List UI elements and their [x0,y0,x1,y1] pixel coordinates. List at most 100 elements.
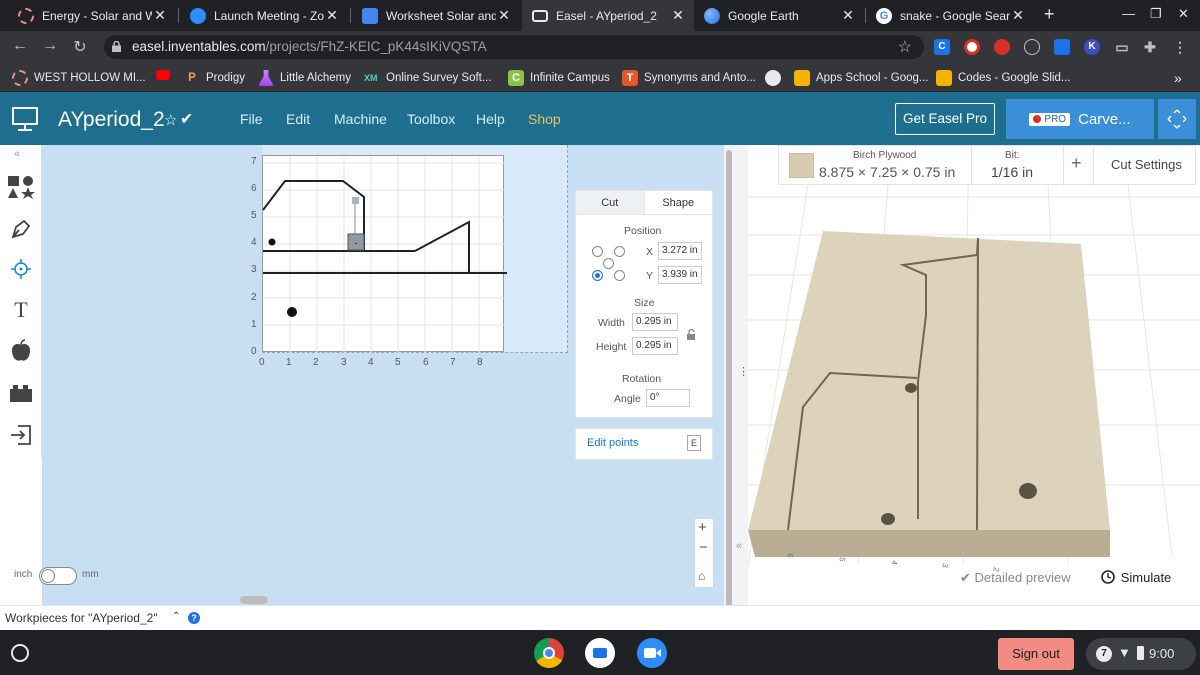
carve-preview[interactable]: 6 5 4 3 2 [748,145,1200,605]
launcher-icon[interactable] [11,644,29,662]
restore-icon[interactable]: ❐ [1150,6,1162,22]
extensions-puzzle-icon[interactable]: ✚ [1142,39,1158,55]
extension-k-icon[interactable]: K [1084,39,1100,55]
sign-out-button[interactable]: Sign out [998,638,1074,670]
anchor-top-left[interactable] [592,246,603,257]
machine-jog-button[interactable] [1158,99,1196,139]
menu-edit[interactable]: Edit [286,111,310,127]
simulate-button[interactable]: Simulate [1086,557,1186,597]
bookmark-west-hollow[interactable]: WEST HOLLOW MI... [12,70,146,86]
cut-settings-button[interactable]: Cut Settings [1111,157,1182,172]
close-icon[interactable]: ✕ [496,7,512,24]
menu-file[interactable]: File [240,111,263,127]
material-swatch[interactable] [789,153,814,178]
edit-points-box[interactable]: Edit points E [575,428,713,460]
get-easel-pro-button[interactable]: Get Easel Pro [895,103,995,135]
close-icon[interactable]: ✕ [670,7,686,24]
bookmark-infinite-campus[interactable]: C Infinite Campus [508,70,610,86]
y-position-input[interactable]: 3.939 in [658,266,702,284]
add-bit-button[interactable]: + [1071,153,1082,174]
home-icon[interactable]: ⌂ [698,569,705,583]
material-name[interactable]: Birch Plywood [853,150,916,161]
tab-snake-search[interactable]: G snake - Google Search ✕ [866,0,1034,31]
expand-left-icon[interactable]: « [736,540,742,552]
forward-icon[interactable]: → [40,37,60,55]
shapes-tool[interactable] [0,167,42,207]
anchor-top-right[interactable] [614,246,625,257]
help-icon[interactable]: ? [188,612,200,624]
menu-toolbox[interactable]: Toolbox [407,111,455,127]
parts-tool[interactable] [0,373,42,413]
tab-cut[interactable]: Cut [576,191,645,214]
width-input[interactable]: 0.295 in [632,313,678,331]
anchor-bottom-right[interactable] [614,270,625,281]
window-close-icon[interactable]: ✕ [1178,6,1189,22]
bookmark-little-alchemy[interactable]: Little Alchemy [258,70,351,86]
bookmark-prodigy[interactable]: P Prodigy [184,70,245,86]
extension-hand-icon[interactable] [994,39,1010,55]
project-name[interactable]: AYperiod_2 [58,108,165,132]
anchor-center[interactable] [603,258,614,269]
bookmark-star-icon[interactable]: ☆ [898,37,912,57]
import-tool[interactable] [0,415,42,455]
angle-input[interactable]: 0° [646,389,690,407]
anchor-bottom-left[interactable] [592,270,603,281]
menu-help[interactable]: Help [476,111,505,127]
reload-icon[interactable]: ↻ [70,37,90,57]
workpieces-label[interactable]: Workpieces for "AYperiod_2" [5,611,158,625]
material-dimensions[interactable]: 8.875 × 7.25 × 0.75 in [819,164,955,180]
tab-worksheet[interactable]: Worksheet Solar and W ✕ [352,0,520,31]
target-tool[interactable] [0,249,42,289]
cast-icon[interactable]: ▭ [1114,39,1130,55]
workpieces-bar[interactable]: Workpieces for "AYperiod_2" ⌃ ? [0,605,1200,630]
height-input[interactable]: 0.295 in [632,337,678,355]
extension-speech-icon[interactable] [1024,39,1040,55]
bookmark-apps-school[interactable]: Apps School - Goog... [794,70,929,86]
bookmarks-more[interactable]: » [1174,70,1182,86]
unlock-icon[interactable] [686,329,696,341]
zoom-out-button[interactable]: − [699,539,708,556]
extension-c-icon[interactable]: C [934,39,950,55]
bookmark-codes[interactable]: Codes - Google Slid... [936,70,1071,86]
status-tray[interactable]: 7 ▼ 9:00 [1086,638,1196,670]
address-bar[interactable]: easel.inventables.com/projects/FhZ-KEIC_… [104,35,924,59]
close-icon[interactable]: ✕ [1010,7,1026,24]
camera-icon[interactable] [585,638,615,668]
apps-tool[interactable] [0,331,42,371]
menu-machine[interactable]: Machine [334,111,387,127]
bookmark-globe[interactable] [765,70,787,86]
zoom-in-button[interactable]: + [698,519,707,536]
menu-shop[interactable]: Shop [528,111,561,127]
tab-google-earth[interactable]: Google Earth ✕ [694,0,864,31]
horizontal-scrollbar[interactable] [240,596,268,604]
edit-points-link[interactable]: Edit points [587,437,638,449]
unit-toggle[interactable] [39,567,77,585]
design-shapes[interactable]: - [262,156,513,353]
tab-shape[interactable]: Shape [645,191,713,214]
close-icon[interactable]: ✕ [840,7,856,24]
more-menu-icon[interactable]: ⋮ [1172,39,1188,55]
vertical-scrollbar[interactable] [726,150,732,620]
bookmark-youtube[interactable] [156,70,176,80]
design-grid[interactable]: - [262,155,507,353]
new-tab-button[interactable]: + [1044,4,1055,25]
easel-logo-icon[interactable] [12,107,38,131]
chrome-icon[interactable] [534,638,564,668]
tab-easel[interactable]: Easel - AYperiod_2 ✕ [522,0,694,31]
close-icon[interactable]: ✕ [152,7,168,24]
bookmark-survey[interactable]: XM Online Survey Soft... [364,70,491,86]
collapse-up-icon[interactable]: « [14,148,20,160]
zoom-app-icon[interactable] [637,638,667,668]
tab-energy[interactable]: Energy - Solar and Win ✕ [8,0,176,31]
close-icon[interactable]: ✕ [324,7,340,24]
expand-up-icon[interactable]: ⌃ [172,611,180,622]
pen-tool[interactable] [0,209,42,249]
bit-size[interactable]: 1/16 in [991,164,1033,180]
extension-target-icon[interactable] [964,39,980,55]
bookmark-synonyms[interactable]: T Synonyms and Anto... [622,70,756,86]
detailed-preview-toggle[interactable]: ✔ Detailed preview [960,570,1071,586]
text-tool[interactable]: T [0,290,42,330]
tab-zoom[interactable]: Launch Meeting - Zoom ✕ [180,0,348,31]
minimize-icon[interactable]: — [1122,6,1135,21]
back-icon[interactable]: ← [10,37,30,55]
